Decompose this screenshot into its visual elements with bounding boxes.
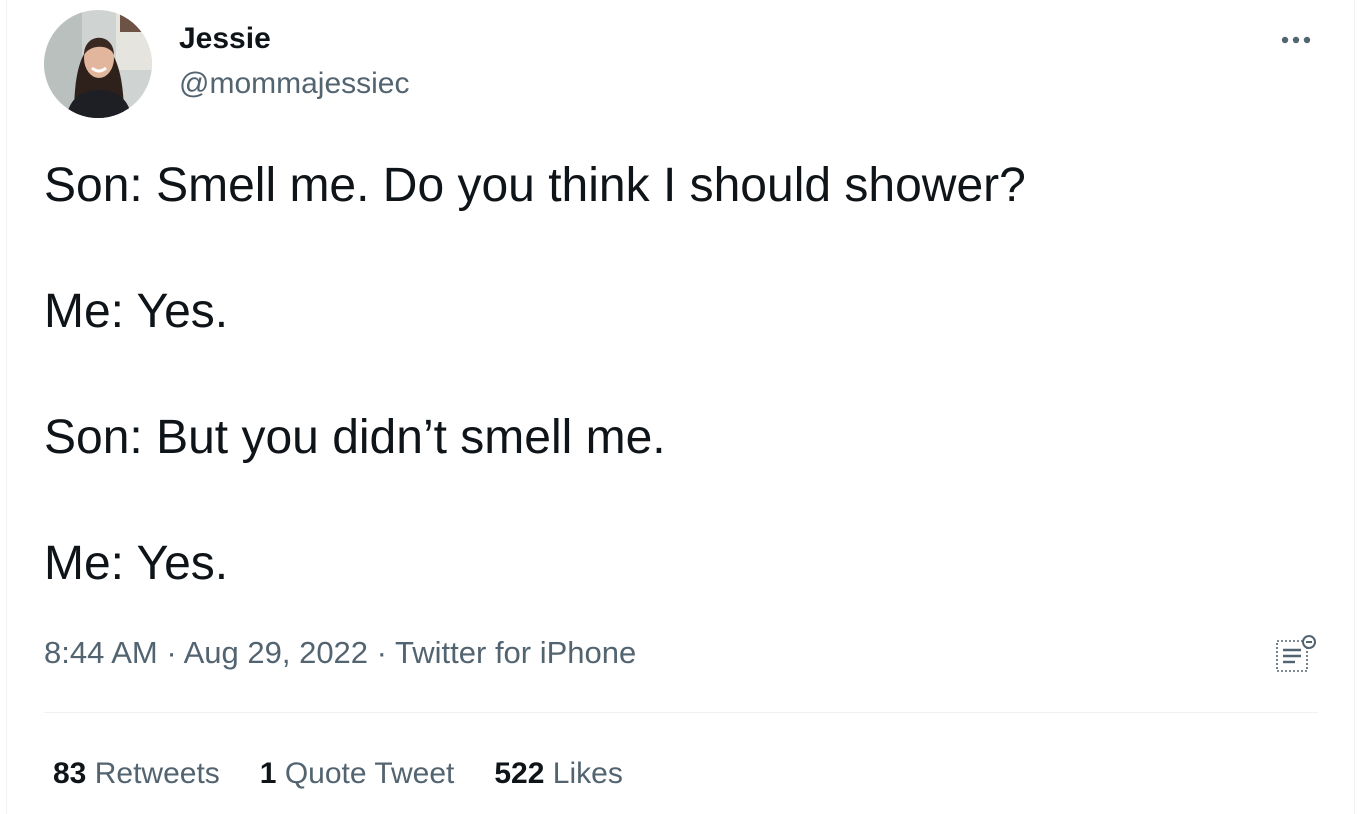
tweet-text-line: Me: Yes.	[44, 537, 229, 590]
quote-tweets-label: Quote Tweet	[284, 757, 455, 790]
likes-stat[interactable]: 522 Likes	[494, 754, 622, 794]
avatar-photo	[44, 10, 152, 118]
tweet-stats: 83 Retweets 1 Quote Tweet 522 Likes	[53, 754, 663, 794]
tweet-metadata: 8:44 AM · Aug 29, 2022 · Twitter for iPh…	[44, 633, 636, 673]
tweet-text-line: Son: Smell me. Do you think I should sho…	[44, 159, 1026, 212]
more-horizontal-icon	[1281, 36, 1311, 44]
meta-separator: ·	[368, 635, 396, 670]
tweet-time[interactable]: 8:44 AM	[44, 635, 158, 670]
tweet-text-line: Me: Yes.	[44, 285, 229, 338]
tweet-analytics-icon	[1276, 635, 1316, 672]
stats-divider	[44, 712, 1318, 713]
author-avatar[interactable]	[44, 10, 152, 118]
likes-count: 522	[494, 757, 545, 790]
retweets-stat[interactable]: 83 Retweets	[53, 754, 220, 794]
tweet-card: Jessie @mommajessiec Son: Smell me. Do y…	[6, 0, 1355, 814]
retweets-label: Retweets	[94, 757, 220, 790]
view-analytics-button[interactable]	[1273, 632, 1319, 678]
quote-tweets-count: 1	[259, 757, 277, 790]
tweet-date[interactable]: Aug 29, 2022	[184, 635, 368, 670]
quote-tweets-stat[interactable]: 1 Quote Tweet	[260, 754, 455, 794]
tweet-source[interactable]: Twitter for iPhone	[395, 635, 636, 670]
meta-separator: ·	[157, 635, 184, 670]
author-display-name[interactable]: Jessie	[179, 20, 271, 58]
more-options-button[interactable]	[1275, 24, 1317, 56]
likes-label: Likes	[552, 757, 623, 790]
retweets-count: 83	[53, 757, 87, 790]
tweet-text-line: Son: But you didn’t smell me.	[44, 411, 666, 464]
author-handle[interactable]: @mommajessiec	[179, 65, 410, 103]
